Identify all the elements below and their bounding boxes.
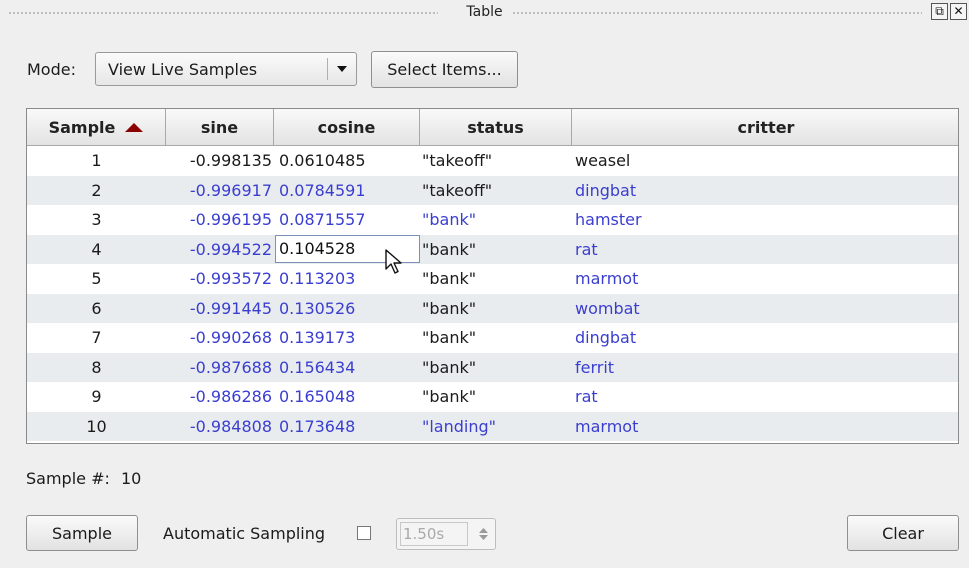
cell-critter[interactable]: ferrit bbox=[572, 358, 958, 377]
interval-spinbox: 1.50s bbox=[396, 518, 496, 550]
cell-status[interactable]: "bank" bbox=[420, 240, 572, 259]
cell-sample[interactable]: 4 bbox=[27, 240, 166, 259]
window-title: Table bbox=[460, 4, 509, 20]
cell-sample[interactable]: 1 bbox=[27, 151, 166, 170]
title-grip-right[interactable] bbox=[512, 11, 922, 15]
cell-cosine[interactable]: 0.0871557 bbox=[274, 210, 420, 229]
cell-status[interactable]: "takeoff" bbox=[420, 181, 572, 200]
column-header-label: status bbox=[467, 117, 524, 137]
cell-status[interactable]: "landing" bbox=[420, 417, 572, 436]
close-icon[interactable]: ✕ bbox=[950, 3, 967, 20]
cell-sine[interactable]: -0.998135 bbox=[166, 151, 274, 170]
column-header-status[interactable]: status bbox=[420, 109, 572, 146]
cell-sample[interactable]: 9 bbox=[27, 387, 166, 406]
cell-status[interactable]: "bank" bbox=[420, 387, 572, 406]
sample-button[interactable]: Sample bbox=[26, 515, 138, 551]
cell-status[interactable]: "bank" bbox=[420, 299, 572, 318]
cell-status[interactable]: "bank" bbox=[420, 210, 572, 229]
table-header: Sample sine cosine status critter bbox=[27, 109, 958, 146]
automatic-sampling-checkbox[interactable] bbox=[357, 526, 371, 540]
cell-critter[interactable]: dingbat bbox=[572, 181, 958, 200]
chevron-down-icon[interactable] bbox=[328, 66, 356, 72]
table-row[interactable]: 3 -0.996195 0.0871557 "bank" hamster bbox=[27, 205, 958, 235]
cell-sample[interactable]: 8 bbox=[27, 358, 166, 377]
column-header-sample[interactable]: Sample bbox=[27, 109, 166, 146]
select-items-button[interactable]: Select Items... bbox=[371, 51, 518, 88]
cell-cosine[interactable]: 0.0784591 bbox=[274, 181, 420, 200]
spin-arrows bbox=[471, 528, 495, 540]
automatic-sampling-label: Automatic Sampling bbox=[163, 524, 326, 543]
cell-critter[interactable]: marmot bbox=[572, 417, 958, 436]
cell-sine[interactable]: -0.987688 bbox=[166, 358, 274, 377]
table-row[interactable]: 9 -0.986286 0.165048 "bank" rat bbox=[27, 382, 958, 412]
cell-sample[interactable]: 6 bbox=[27, 299, 166, 318]
cell-cosine[interactable]: 0.0610485 bbox=[274, 151, 420, 170]
cell-sine[interactable]: -0.996917 bbox=[166, 181, 274, 200]
mode-select[interactable]: View Live Samples bbox=[95, 52, 357, 86]
table-row[interactable]: 7 -0.990268 0.139173 "bank" dingbat bbox=[27, 323, 958, 353]
cell-sine[interactable]: -0.990268 bbox=[166, 328, 274, 347]
interval-value: 1.50s bbox=[400, 522, 468, 546]
sample-count: Sample #: 10 bbox=[26, 469, 141, 488]
clear-button[interactable]: Clear bbox=[847, 515, 959, 551]
cell-status[interactable]: "takeoff" bbox=[420, 151, 572, 170]
cell-sine[interactable]: -0.994522 bbox=[166, 240, 274, 259]
table-row[interactable]: 8 -0.987688 0.156434 "bank" ferrit bbox=[27, 352, 958, 382]
sample-count-value: 10 bbox=[120, 469, 142, 488]
title-grip-left[interactable] bbox=[8, 11, 438, 15]
cell-cosine[interactable]: 0.173648 bbox=[274, 417, 420, 436]
cell-critter[interactable]: hamster bbox=[572, 210, 958, 229]
cell-sample[interactable]: 3 bbox=[27, 210, 166, 229]
cell-sample[interactable]: 7 bbox=[27, 328, 166, 347]
cell-cosine[interactable]: 0.139173 bbox=[274, 328, 420, 347]
cell-sine[interactable]: -0.984808 bbox=[166, 417, 274, 436]
column-header-label: cosine bbox=[317, 117, 376, 137]
column-header-critter[interactable]: critter bbox=[572, 109, 958, 146]
table-body: 1 -0.998135 0.0610485 "takeoff" weasel 2… bbox=[27, 146, 958, 441]
cell-status[interactable]: "bank" bbox=[420, 358, 572, 377]
samples-table: Sample sine cosine status critter 1 -0.9… bbox=[26, 108, 959, 444]
sort-ascending-icon bbox=[125, 122, 144, 132]
cell-cosine[interactable]: 0.130526 bbox=[274, 299, 420, 318]
cell-critter[interactable]: weasel bbox=[572, 151, 958, 170]
cell-sine[interactable]: -0.996195 bbox=[166, 210, 274, 229]
cell-sample[interactable]: 2 bbox=[27, 181, 166, 200]
column-header-label: critter bbox=[737, 117, 795, 137]
cell-critter[interactable]: rat bbox=[572, 387, 958, 406]
column-header-label: Sample bbox=[48, 117, 116, 137]
cell-status[interactable]: "bank" bbox=[420, 328, 572, 347]
cell-sine[interactable]: -0.986286 bbox=[166, 387, 274, 406]
spin-up-icon bbox=[478, 528, 488, 533]
mode-label: Mode: bbox=[27, 60, 76, 79]
column-header-cosine[interactable]: cosine bbox=[274, 109, 420, 146]
cell-sample[interactable]: 5 bbox=[27, 269, 166, 288]
column-header-sine[interactable]: sine bbox=[166, 109, 274, 146]
cell-status[interactable]: "bank" bbox=[420, 269, 572, 288]
table-row[interactable]: 1 -0.998135 0.0610485 "takeoff" weasel bbox=[27, 146, 958, 176]
column-header-label: sine bbox=[200, 117, 239, 137]
cell-critter[interactable]: wombat bbox=[572, 299, 958, 318]
float-window-icon[interactable]: ⧉ bbox=[931, 3, 948, 20]
cell-sample[interactable]: 10 bbox=[27, 417, 166, 436]
cell-sine[interactable]: -0.993572 bbox=[166, 269, 274, 288]
cell-critter[interactable]: marmot bbox=[572, 269, 958, 288]
mode-select-value: View Live Samples bbox=[108, 59, 258, 79]
spin-down-icon bbox=[478, 535, 488, 540]
cell-sine[interactable]: -0.991445 bbox=[166, 299, 274, 318]
table-row[interactable]: 4 -0.994522 0.104528 "bank" rat bbox=[27, 234, 958, 264]
cell-critter[interactable]: rat bbox=[572, 240, 958, 259]
table-row[interactable]: 6 -0.991445 0.130526 "bank" wombat bbox=[27, 293, 958, 323]
cell-cosine[interactable]: 0.165048 bbox=[274, 387, 420, 406]
table-row[interactable]: 10 -0.984808 0.173648 "landing" marmot bbox=[27, 411, 958, 441]
mouse-pointer-icon bbox=[385, 249, 402, 274]
table-row[interactable]: 2 -0.996917 0.0784591 "takeoff" dingbat bbox=[27, 175, 958, 205]
table-row[interactable]: 5 -0.993572 0.113203 "bank" marmot bbox=[27, 264, 958, 294]
title-bar: Table ⧉ ✕ bbox=[0, 0, 969, 24]
sample-count-label: Sample #: bbox=[26, 469, 110, 488]
cell-cosine[interactable]: 0.156434 bbox=[274, 358, 420, 377]
cell-critter[interactable]: dingbat bbox=[572, 328, 958, 347]
